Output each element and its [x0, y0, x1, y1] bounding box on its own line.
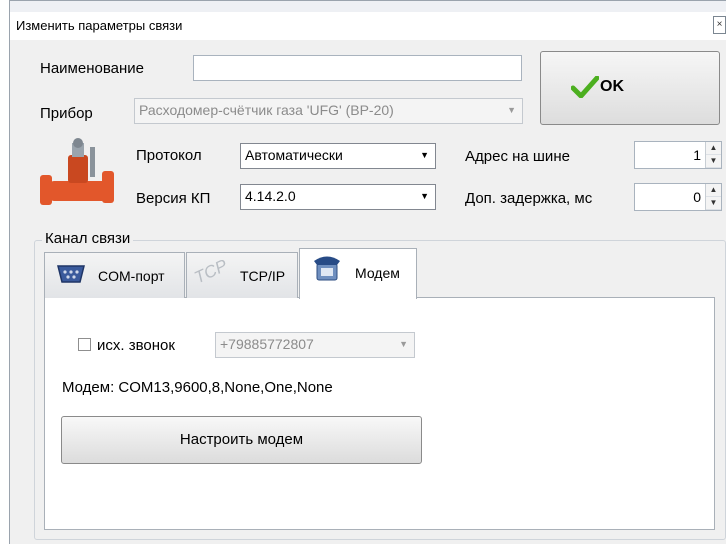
phone-icon [314, 256, 340, 281]
close-button[interactable]: × [713, 16, 726, 34]
phone-number-select[interactable]: +79885772807 ▼ [215, 332, 415, 358]
ok-button-label: OK [600, 78, 624, 95]
tab-com-port-label: COM-порт [98, 268, 165, 284]
channel-group-title: Канал связи [42, 230, 134, 247]
protocol-select-value: Автоматически [245, 147, 343, 163]
tab-modem-label: Модем [355, 265, 400, 281]
spin-up-icon[interactable]: ▲ [706, 184, 721, 197]
tab-tcp-ip-label: TCP/IP [240, 268, 286, 284]
delay-value: 0 [693, 189, 701, 205]
flowmeter-device-icon [40, 138, 114, 205]
protocol-select[interactable]: Автоматически ▼ [240, 143, 436, 169]
modem-info-text: Модем: COM13,9600,8,None,One,None [62, 379, 333, 396]
device-label: Прибор [40, 105, 93, 122]
chevron-down-icon: ▼ [420, 150, 429, 160]
name-label: Наименование [40, 60, 144, 77]
outgoing-call-label: исх. звонок [97, 337, 175, 354]
device-select-value: Расходомер-счётчик газа 'UFG' (ВР-20) [139, 102, 394, 118]
bus-address-spinner[interactable]: 1 ▲ ▼ [634, 141, 722, 169]
bus-address-label: Адрес на шине [465, 148, 570, 165]
protocol-label: Протокол [136, 147, 202, 164]
device-select[interactable]: Расходомер-счётчик газа 'UFG' (ВР-20) ▼ [134, 98, 523, 124]
delay-spinner[interactable]: 0 ▲ ▼ [634, 183, 722, 211]
chevron-down-icon: ▼ [507, 105, 516, 115]
name-input[interactable] [193, 55, 522, 81]
delay-label: Доп. задержка, мс [465, 190, 593, 207]
version-select[interactable]: 4.14.2.0 ▼ [240, 184, 436, 210]
chevron-down-icon: ▼ [399, 339, 408, 349]
phone-number-value: +79885772807 [220, 336, 314, 352]
spin-down-icon[interactable]: ▼ [706, 155, 721, 168]
outgoing-call-checkbox[interactable] [78, 338, 91, 351]
serial-port-icon [57, 265, 85, 283]
version-select-value: 4.14.2.0 [245, 188, 296, 204]
spin-up-icon[interactable]: ▲ [706, 142, 721, 155]
bus-address-value: 1 [693, 147, 701, 163]
chevron-down-icon: ▼ [420, 191, 429, 201]
ok-button[interactable] [540, 51, 720, 125]
checkmark-icon [571, 76, 599, 98]
spin-down-icon[interactable]: ▼ [706, 197, 721, 210]
window-title: Изменить параметры связи [16, 18, 183, 33]
version-label: Версия КП [136, 190, 211, 207]
configure-modem-button[interactable]: Настроить модем [61, 416, 422, 464]
